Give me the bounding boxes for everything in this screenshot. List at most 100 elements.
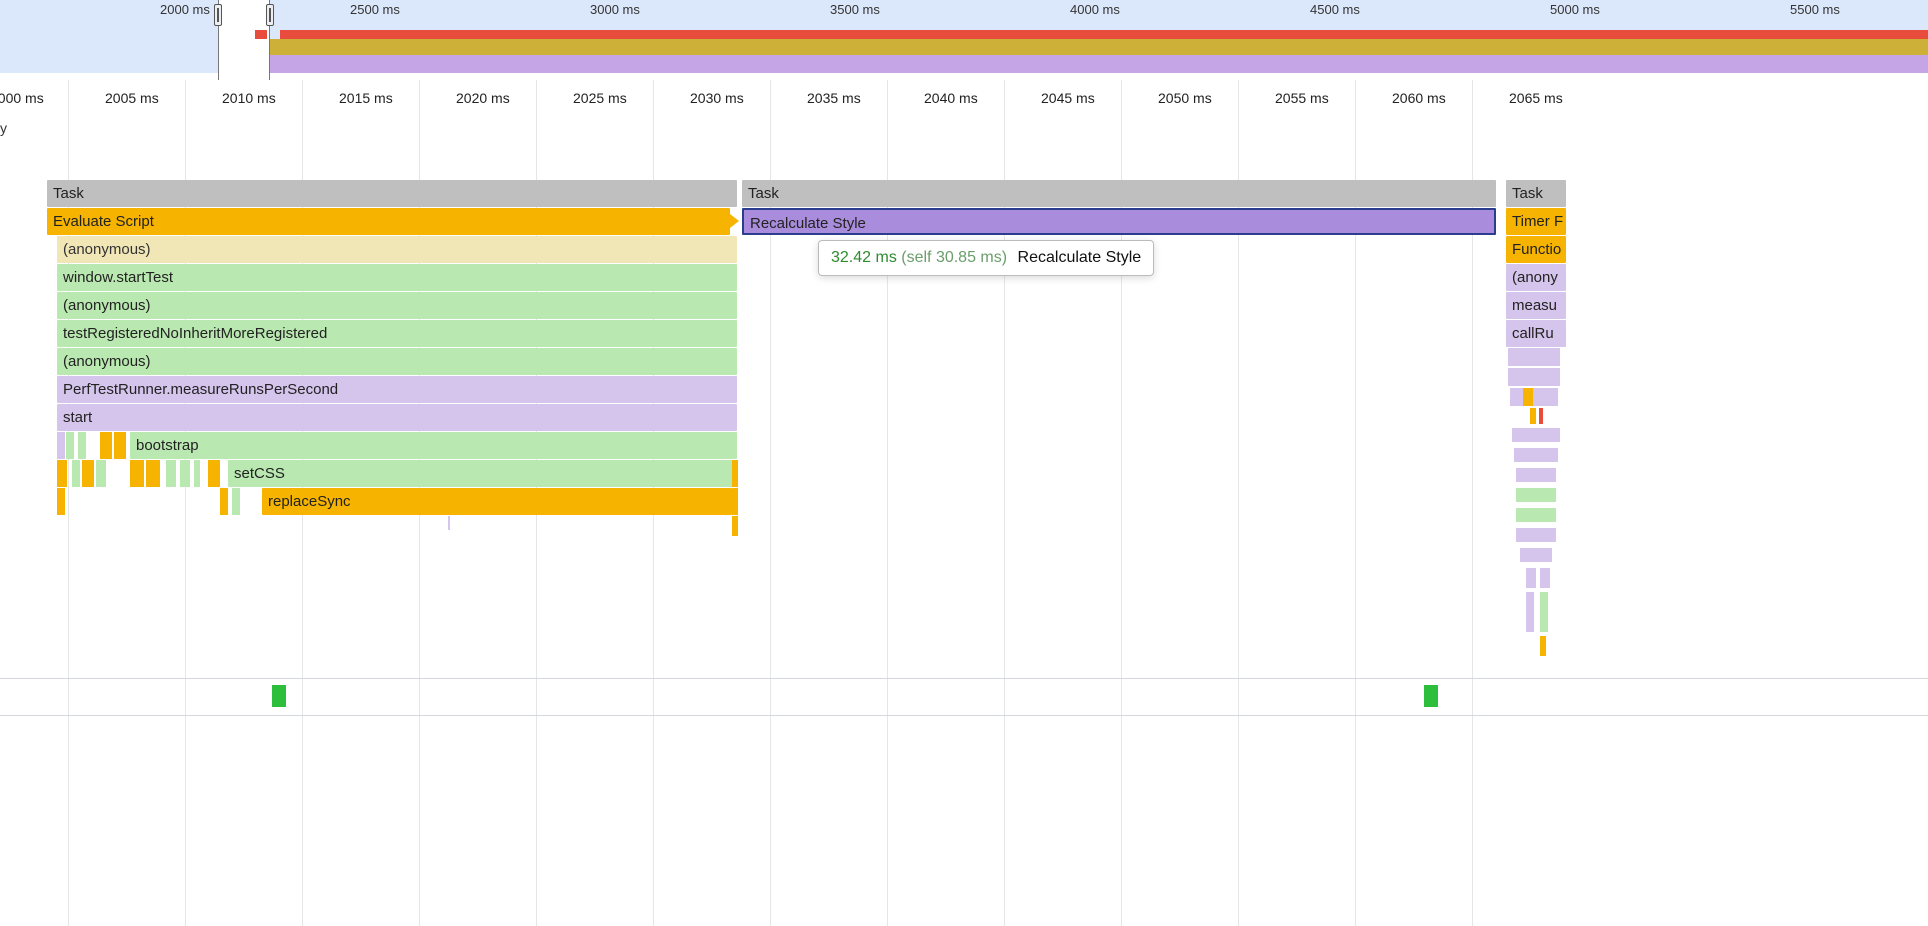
- overview-ticks: 0 ms2000 ms2500 ms3000 ms3500 ms4000 ms4…: [0, 0, 1928, 16]
- overview-selection[interactable]: [218, 0, 270, 80]
- overview-tick: 3000 ms: [590, 2, 640, 17]
- flame-fragment[interactable]: [1526, 568, 1536, 588]
- flame-fragment[interactable]: [208, 460, 220, 487]
- ruler-tick: 2050 ms: [1158, 90, 1212, 106]
- lane-divider: [0, 678, 1928, 679]
- flame-fragment[interactable]: [82, 460, 94, 487]
- tooltip-self-time: (self 30.85 ms): [901, 249, 1007, 266]
- perf-measure-bar[interactable]: PerfTestRunner.measureRunsPerSecond: [57, 376, 737, 403]
- flame-fragment[interactable]: [220, 488, 228, 515]
- replacesync-bar[interactable]: replaceSync: [262, 488, 732, 515]
- flame-fragment[interactable]: [57, 488, 65, 515]
- anonymous-bar-1[interactable]: (anonymous): [57, 236, 737, 263]
- flame-fragment[interactable]: [72, 460, 80, 487]
- flame-fragment[interactable]: [1540, 592, 1548, 632]
- flame-fragment[interactable]: [96, 460, 106, 487]
- timeline-ruler[interactable]: 2000 ms2005 ms2010 ms2015 ms2020 ms2025 …: [0, 80, 1928, 120]
- evaluate-script-bar[interactable]: Evaluate Script: [47, 208, 730, 235]
- flame-chart[interactable]: Task Evaluate Script (anonymous) window.…: [0, 180, 1928, 926]
- frame-marker[interactable]: [1424, 685, 1438, 707]
- overview-tick: 4500 ms: [1310, 2, 1360, 17]
- flame-fragment[interactable]: [1526, 592, 1534, 632]
- flame-fragment[interactable]: [448, 516, 450, 530]
- flame-fragment[interactable]: [166, 460, 176, 487]
- flame-fragment[interactable]: [1520, 548, 1552, 562]
- flame-fragment[interactable]: [1510, 388, 1558, 406]
- anonymous-bar-3[interactable]: (anonymous): [57, 348, 737, 375]
- hover-tooltip: 32.42 ms (self 30.85 ms) Recalculate Sty…: [818, 240, 1154, 276]
- overview-band-cpu: [280, 30, 1928, 39]
- task-bar-1[interactable]: Task: [47, 180, 737, 207]
- flame-fragment[interactable]: [1514, 448, 1558, 462]
- flame-fragment[interactable]: [130, 460, 144, 487]
- flame-fragment[interactable]: [1508, 348, 1560, 366]
- flame-fragment[interactable]: [732, 516, 738, 536]
- flame-fragment[interactable]: [1516, 468, 1556, 482]
- overview-tick: 4000 ms: [1070, 2, 1120, 17]
- overview-band-rendering: [232, 55, 1928, 73]
- flame-fragment[interactable]: [1523, 388, 1533, 406]
- flame-fragment[interactable]: [100, 432, 112, 459]
- flame-fragment[interactable]: [232, 488, 240, 515]
- flame-fragment[interactable]: [194, 460, 200, 487]
- flame-fragment[interactable]: [1540, 568, 1550, 588]
- anonymous-bar-4[interactable]: (anony: [1506, 264, 1566, 291]
- ruler-tick: 2020 ms: [456, 90, 510, 106]
- ruler-tick: 2010 ms: [222, 90, 276, 106]
- start-bar[interactable]: start: [57, 404, 737, 431]
- flame-fragment[interactable]: [1516, 488, 1556, 502]
- overview-tick: 2000 ms: [160, 2, 210, 17]
- test-registered-bar[interactable]: testRegisteredNoInheritMoreRegistered: [57, 320, 737, 347]
- ruler-tick: 2025 ms: [573, 90, 627, 106]
- recalculate-style-bar[interactable]: Recalculate Style: [742, 208, 1496, 235]
- start-test-bar[interactable]: window.startTest: [57, 264, 737, 291]
- tooltip-title: Recalculate Style: [1018, 249, 1142, 266]
- overview-tick: 5000 ms: [1550, 2, 1600, 17]
- overview-band-bottom: [0, 73, 1928, 80]
- flame-fragment[interactable]: [732, 488, 738, 515]
- selection-handle-right[interactable]: [266, 4, 274, 26]
- flame-fragment[interactable]: [1540, 636, 1546, 656]
- function-call-bar[interactable]: Functio: [1506, 236, 1566, 263]
- timer-fired-bar[interactable]: Timer F: [1506, 208, 1566, 235]
- flame-fragment[interactable]: [1539, 408, 1543, 424]
- overview-tick: 5500 ms: [1790, 2, 1840, 17]
- flame-fragment[interactable]: [180, 460, 190, 487]
- selection-handle-left[interactable]: [214, 4, 222, 26]
- task-bar-2[interactable]: Task: [742, 180, 1496, 207]
- flame-fragment[interactable]: [146, 460, 160, 487]
- flame-fragment[interactable]: [1530, 408, 1536, 424]
- flame-fragment[interactable]: [57, 432, 65, 459]
- flame-fragment[interactable]: [1516, 528, 1556, 542]
- ruler-tick: 2040 ms: [924, 90, 978, 106]
- lane-divider: [0, 715, 1928, 716]
- ruler-tick: 2015 ms: [339, 90, 393, 106]
- bootstrap-bar[interactable]: bootstrap: [130, 432, 737, 459]
- tooltip-time: 32.42 ms: [831, 249, 897, 266]
- measure-bar[interactable]: measu: [1506, 292, 1566, 319]
- evaluate-script-pointer: [730, 214, 739, 228]
- flame-fragment[interactable]: [1508, 368, 1560, 386]
- flame-fragment[interactable]: [114, 432, 126, 459]
- frame-marker[interactable]: [272, 685, 286, 707]
- task-bar-3[interactable]: Task: [1506, 180, 1566, 207]
- anonymous-bar-2[interactable]: (anonymous): [57, 292, 737, 319]
- overview-band-scripting: [231, 39, 1928, 55]
- ruler-tick: 2055 ms: [1275, 90, 1329, 106]
- flame-fragment[interactable]: [66, 432, 74, 459]
- ruler-tick: 2030 ms: [690, 90, 744, 106]
- callrun-bar[interactable]: callRu: [1506, 320, 1566, 347]
- flame-fragment[interactable]: [732, 460, 738, 487]
- flame-fragment[interactable]: [1512, 428, 1560, 442]
- flame-fragment[interactable]: [1516, 508, 1556, 522]
- ruler-tick: 2060 ms: [1392, 90, 1446, 106]
- flame-fragment[interactable]: [57, 460, 67, 487]
- ruler-tick: 2000 ms: [0, 90, 44, 106]
- overview-minimap[interactable]: 0 ms2000 ms2500 ms3000 ms3500 ms4000 ms4…: [0, 0, 1928, 80]
- left-axis-label: y: [0, 120, 10, 160]
- flame-fragment[interactable]: [78, 432, 86, 459]
- selection-marker: [255, 30, 267, 39]
- ruler-tick: 2035 ms: [807, 90, 861, 106]
- ruler-tick: 2045 ms: [1041, 90, 1095, 106]
- setcss-bar[interactable]: setCSS: [228, 460, 737, 487]
